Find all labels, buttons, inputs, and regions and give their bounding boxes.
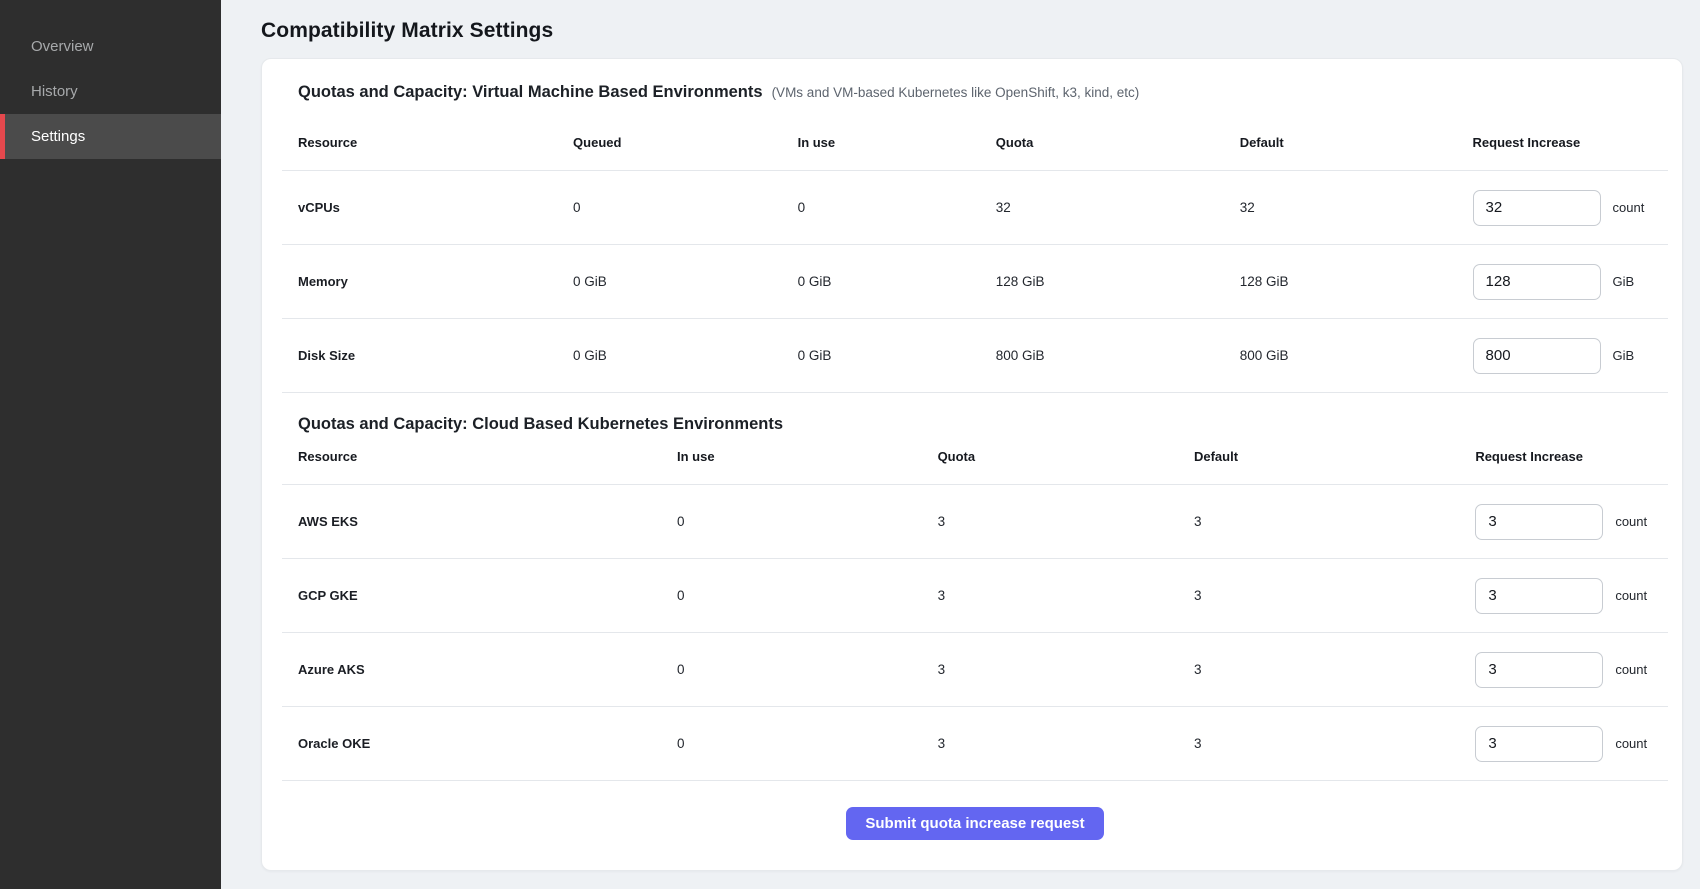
column-header-request-increase: Request Increase bbox=[1475, 434, 1668, 485]
resource-label: Azure AKS bbox=[282, 633, 677, 707]
queued-value: 0 GiB bbox=[573, 245, 798, 319]
in-use-value: 0 bbox=[677, 707, 938, 781]
column-header-queued: Queued bbox=[573, 102, 798, 171]
quota-value: 800 GiB bbox=[996, 319, 1240, 393]
disk-size-request-input[interactable] bbox=[1473, 338, 1601, 374]
default-value: 800 GiB bbox=[1240, 319, 1473, 393]
aws-eks-request-input[interactable] bbox=[1475, 504, 1603, 540]
quota-value: 3 bbox=[938, 707, 1194, 781]
cloud-section-title: Quotas and Capacity: Cloud Based Kuberne… bbox=[298, 415, 783, 434]
quota-value: 32 bbox=[996, 171, 1240, 245]
resource-label: GCP GKE bbox=[282, 559, 677, 633]
queued-value: 0 GiB bbox=[573, 319, 798, 393]
default-value: 3 bbox=[1194, 633, 1475, 707]
vm-section-subtitle: (VMs and VM-based Kubernetes like OpenSh… bbox=[772, 85, 1140, 100]
unit-label: GiB bbox=[1613, 274, 1635, 289]
queued-value: 0 bbox=[573, 171, 798, 245]
vm-table-header-row: Resource Queued In use Quota Default Req… bbox=[282, 102, 1668, 171]
in-use-value: 0 bbox=[677, 559, 938, 633]
unit-label: count bbox=[1615, 588, 1647, 603]
column-header-request-increase: Request Increase bbox=[1473, 102, 1668, 171]
default-value: 3 bbox=[1194, 485, 1475, 559]
default-value: 3 bbox=[1194, 707, 1475, 781]
resource-label: Disk Size bbox=[282, 319, 573, 393]
table-row: GCP GKE 0 3 3 count bbox=[282, 559, 1668, 633]
resource-label: AWS EKS bbox=[282, 485, 677, 559]
unit-label: count bbox=[1615, 662, 1647, 677]
in-use-value: 0 bbox=[677, 485, 938, 559]
request-increase-cell: GiB bbox=[1473, 338, 1662, 374]
sidebar-item-settings[interactable]: Settings bbox=[0, 114, 221, 159]
cloud-table-header-row: Resource In use Quota Default Request In… bbox=[282, 434, 1668, 485]
memory-request-input[interactable] bbox=[1473, 264, 1601, 300]
sidebar-nav: Overview History Settings bbox=[0, 0, 221, 159]
default-value: 128 GiB bbox=[1240, 245, 1473, 319]
column-header-default: Default bbox=[1194, 434, 1475, 485]
main-content: Compatibility Matrix Settings Quotas and… bbox=[221, 0, 1700, 889]
request-increase-cell: count bbox=[1475, 578, 1662, 614]
default-value: 3 bbox=[1194, 559, 1475, 633]
quota-value: 3 bbox=[938, 633, 1194, 707]
table-row: vCPUs 0 0 32 32 count bbox=[282, 171, 1668, 245]
oracle-oke-request-input[interactable] bbox=[1475, 726, 1603, 762]
request-increase-cell: count bbox=[1475, 652, 1662, 688]
column-header-quota: Quota bbox=[996, 102, 1240, 171]
table-row: Memory 0 GiB 0 GiB 128 GiB 128 GiB GiB bbox=[282, 245, 1668, 319]
unit-label: GiB bbox=[1613, 348, 1635, 363]
submit-quota-increase-button[interactable]: Submit quota increase request bbox=[846, 807, 1103, 840]
table-row: AWS EKS 0 3 3 count bbox=[282, 485, 1668, 559]
default-value: 32 bbox=[1240, 171, 1473, 245]
unit-label: count bbox=[1615, 514, 1647, 529]
page-title: Compatibility Matrix Settings bbox=[261, 19, 1683, 43]
sidebar-item-overview[interactable]: Overview bbox=[0, 24, 221, 69]
request-increase-cell: count bbox=[1473, 190, 1662, 226]
resource-label: vCPUs bbox=[282, 171, 573, 245]
table-row: Oracle OKE 0 3 3 count bbox=[282, 707, 1668, 781]
settings-card: Quotas and Capacity: Virtual Machine Bas… bbox=[261, 58, 1683, 871]
submit-row: Submit quota increase request bbox=[282, 807, 1668, 840]
unit-label: count bbox=[1613, 200, 1645, 215]
column-header-in-use: In use bbox=[677, 434, 938, 485]
cloud-quota-table: Resource In use Quota Default Request In… bbox=[282, 434, 1668, 781]
column-header-resource: Resource bbox=[282, 434, 677, 485]
quota-value: 3 bbox=[938, 485, 1194, 559]
column-header-quota: Quota bbox=[938, 434, 1194, 485]
request-increase-cell: count bbox=[1475, 504, 1662, 540]
table-row: Disk Size 0 GiB 0 GiB 800 GiB 800 GiB Gi… bbox=[282, 319, 1668, 393]
column-header-default: Default bbox=[1240, 102, 1473, 171]
cloud-section-header: Quotas and Capacity: Cloud Based Kuberne… bbox=[282, 415, 1668, 434]
quota-value: 128 GiB bbox=[996, 245, 1240, 319]
table-row: Azure AKS 0 3 3 count bbox=[282, 633, 1668, 707]
column-header-in-use: In use bbox=[798, 102, 996, 171]
gcp-gke-request-input[interactable] bbox=[1475, 578, 1603, 614]
column-header-resource: Resource bbox=[282, 102, 573, 171]
in-use-value: 0 bbox=[677, 633, 938, 707]
request-increase-cell: count bbox=[1475, 726, 1662, 762]
in-use-value: 0 GiB bbox=[798, 319, 996, 393]
vm-quota-table: Resource Queued In use Quota Default Req… bbox=[282, 102, 1668, 393]
vm-section-header: Quotas and Capacity: Virtual Machine Bas… bbox=[282, 83, 1668, 102]
in-use-value: 0 bbox=[798, 171, 996, 245]
request-increase-cell: GiB bbox=[1473, 264, 1662, 300]
azure-aks-request-input[interactable] bbox=[1475, 652, 1603, 688]
resource-label: Memory bbox=[282, 245, 573, 319]
sidebar: Overview History Settings bbox=[0, 0, 221, 889]
resource-label: Oracle OKE bbox=[282, 707, 677, 781]
vcpus-request-input[interactable] bbox=[1473, 190, 1601, 226]
unit-label: count bbox=[1615, 736, 1647, 751]
quota-value: 3 bbox=[938, 559, 1194, 633]
in-use-value: 0 GiB bbox=[798, 245, 996, 319]
vm-section-title: Quotas and Capacity: Virtual Machine Bas… bbox=[298, 83, 763, 102]
sidebar-item-history[interactable]: History bbox=[0, 69, 221, 114]
